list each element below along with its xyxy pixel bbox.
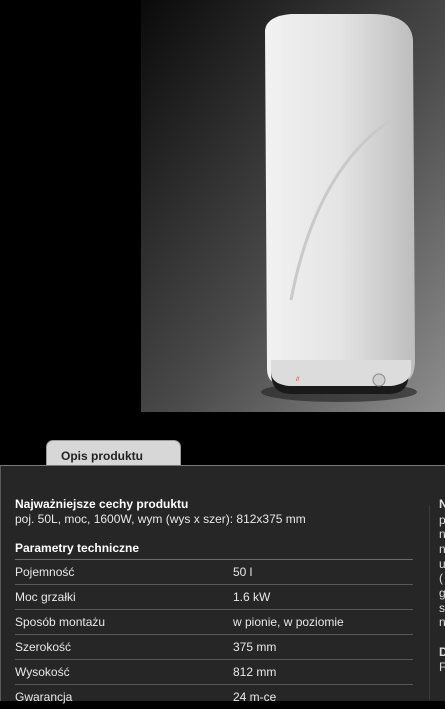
- features-summary: poj. 50L, moc, 1600W, wym (wys x szer): …: [15, 512, 306, 526]
- right-column-text-fragment: s: [439, 601, 445, 615]
- table-row: Moc grzałki 1.6 kW: [15, 585, 413, 610]
- param-value: w pionie, w poziomie: [233, 615, 344, 629]
- right-column-heading-fragment: N: [439, 497, 445, 511]
- param-value: 375 mm: [233, 640, 277, 654]
- param-key: Moc grzałki: [15, 590, 76, 604]
- param-value: 1.6 kW: [233, 590, 271, 604]
- right-column-text-fragment: g: [439, 586, 445, 600]
- right-column-text-fragment: n: [439, 542, 445, 556]
- param-key: Gwarancja: [15, 690, 73, 704]
- tab-label: Opis produktu: [61, 449, 143, 463]
- table-row: Pojemność 50 l: [15, 560, 413, 585]
- product-description-panel: Najważniejsze cechy produktu poj. 50L, m…: [0, 465, 445, 704]
- params-table: Pojemność 50 l Moc grzałki 1.6 kW Sposób m…: [15, 560, 413, 709]
- param-key: Wysokość: [15, 665, 70, 679]
- param-value: 50 l: [233, 565, 253, 579]
- tab-product-description[interactable]: Opis produktu: [46, 440, 181, 466]
- param-key: Pojemność: [15, 565, 75, 579]
- table-row: Szerokość 375 mm: [15, 635, 413, 660]
- table-row: Sposób montażu w pionie, w poziomie: [15, 610, 413, 635]
- right-column-text-fragment: u: [439, 557, 445, 571]
- column-divider: [429, 505, 430, 700]
- right-column-text-fragment: n: [439, 527, 445, 541]
- right-column-text-fragment: F: [439, 660, 445, 674]
- param-key: Sposób montażu: [15, 615, 106, 629]
- table-row: Wysokość 812 mm: [15, 660, 413, 685]
- right-column-text-fragment: p: [439, 513, 445, 527]
- param-key: Szerokość: [15, 640, 72, 654]
- specs-column: Najważniejsze cechy produktu poj. 50L, m…: [15, 497, 413, 709]
- svg-text://: //: [296, 377, 300, 383]
- features-heading: Najważniejsze cechy produktu: [15, 497, 189, 511]
- table-row: Gwarancja 24 m-ce: [15, 685, 413, 709]
- product-photo: //: [141, 0, 445, 412]
- right-column-text-fragment: (: [439, 571, 443, 585]
- params-heading: Parametry techniczne: [15, 541, 413, 560]
- right-column-text-fragment: n: [439, 615, 445, 629]
- param-value: 24 m-ce: [233, 690, 277, 704]
- right-column-heading-fragment: D: [439, 645, 445, 659]
- param-value: 812 mm: [233, 665, 277, 679]
